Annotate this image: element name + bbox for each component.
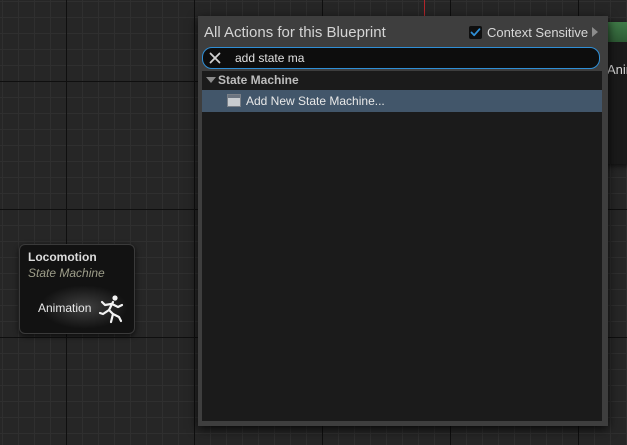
action-item-label: Add New State Machine... xyxy=(246,94,385,108)
search-field[interactable]: add state ma xyxy=(202,47,600,69)
context-sensitive-checkbox[interactable] xyxy=(469,26,482,39)
triangle-down-icon[interactable] xyxy=(206,77,216,83)
action-menu[interactable]: All Actions for this Blueprint Context S… xyxy=(198,16,608,426)
running-figure-icon[interactable] xyxy=(98,294,124,324)
close-icon[interactable] xyxy=(209,52,221,64)
pose-pin-label: Animation xyxy=(38,301,92,315)
chevron-right-icon[interactable] xyxy=(592,27,598,37)
search-input-value[interactable]: add state ma xyxy=(235,51,304,65)
background-node-label: Anin xyxy=(607,62,627,77)
state-machine-icon xyxy=(227,94,241,107)
execution-wire xyxy=(424,0,425,17)
checkmark-icon xyxy=(470,28,481,37)
category-label: State Machine xyxy=(218,73,299,87)
results-list[interactable]: State Machine Add New State Machine... xyxy=(202,71,602,421)
context-sensitive-label[interactable]: Context Sensitive xyxy=(487,25,588,40)
node-title: Locomotion xyxy=(28,250,97,264)
state-machine-node[interactable]: Locomotion State Machine Animation xyxy=(19,244,135,334)
category-state-machine[interactable]: State Machine xyxy=(202,71,602,89)
action-add-new-state-machine[interactable]: Add New State Machine... xyxy=(202,90,602,112)
node-subtitle: State Machine xyxy=(28,266,105,280)
graph-canvas[interactable]: Anin Locomotion State Machine Animation … xyxy=(0,0,627,445)
menu-title: All Actions for this Blueprint xyxy=(204,24,386,41)
